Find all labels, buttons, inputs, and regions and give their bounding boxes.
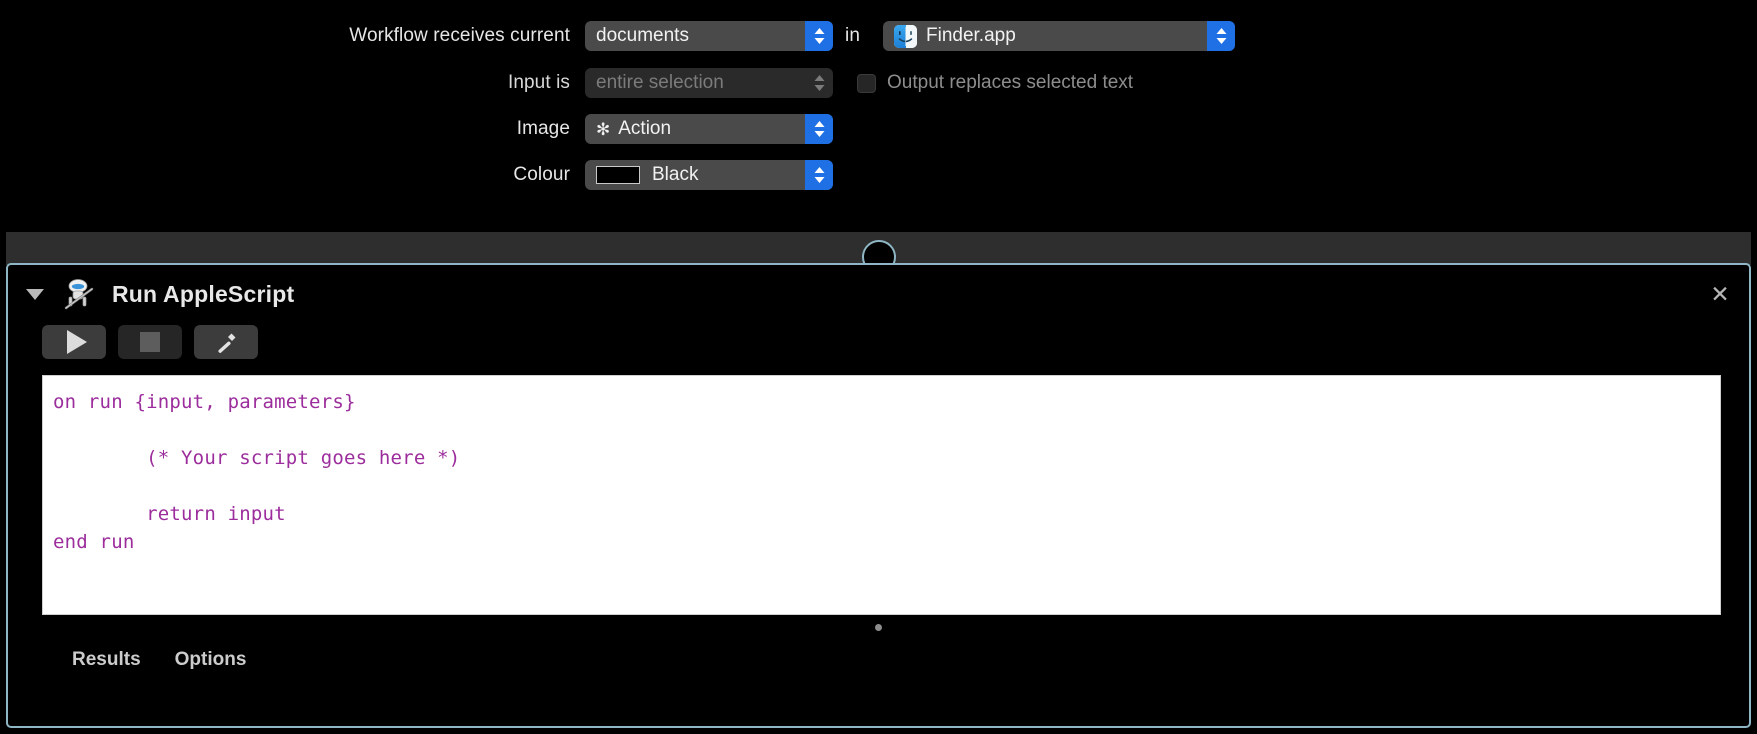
in-label: in <box>845 25 860 46</box>
target-application-value: Finder.app <box>926 25 1016 46</box>
row-colour: Colour <box>327 160 570 190</box>
image-select[interactable]: ✻ Action <box>585 114 833 144</box>
stepper-up-down-icon[interactable] <box>805 21 833 51</box>
action-header: Run AppleScript ✕ <box>8 265 1749 323</box>
resize-handle[interactable] <box>875 624 882 631</box>
triangle-down-icon[interactable] <box>26 288 44 300</box>
applescript-code-editor[interactable]: on run {input, parameters} (* Your scrip… <box>42 375 1721 615</box>
frame-edge-left <box>0 0 6 734</box>
frame-edge-right <box>1751 0 1757 734</box>
image-label: Image <box>516 118 570 139</box>
automator-robot-icon <box>62 277 96 311</box>
input-is-select[interactable]: entire selection <box>585 68 833 98</box>
automator-workflow-screen: Workflow receives current documents in F… <box>0 0 1757 734</box>
workflow-receives-select[interactable]: documents <box>585 21 833 51</box>
row-input-is: Input is <box>327 68 570 98</box>
tab-results[interactable]: Results <box>72 649 141 671</box>
output-replaces-text-checkbox[interactable]: Output replaces selected text <box>857 72 1133 94</box>
in-label-wrap: in <box>845 21 860 51</box>
action-title: Run AppleScript <box>112 280 295 307</box>
stepper-up-down-icon[interactable] <box>805 114 833 144</box>
hammer-icon <box>218 333 236 353</box>
checkbox-box-icon[interactable] <box>857 73 876 93</box>
finder-icon <box>894 24 917 48</box>
play-icon <box>66 330 87 354</box>
run-applescript-action-card[interactable]: Run AppleScript ✕ on run {input, paramet… <box>6 263 1751 728</box>
colour-swatch <box>596 166 640 184</box>
stepper-up-down-icon[interactable] <box>1207 21 1235 51</box>
workflow-settings-panel: Workflow receives current documents in F… <box>0 0 1757 232</box>
close-icon[interactable]: ✕ <box>1709 283 1731 306</box>
tab-options[interactable]: Options <box>175 649 247 671</box>
output-replaces-text-label: Output replaces selected text <box>887 72 1134 93</box>
action-tab-bar: Results Options <box>8 649 1749 671</box>
run-button[interactable] <box>42 325 106 359</box>
compile-button[interactable] <box>194 325 258 359</box>
workflow-receives-label: Workflow receives current <box>349 25 570 46</box>
action-toolbar <box>8 321 1749 363</box>
target-application-select[interactable]: Finder.app <box>883 21 1235 51</box>
row-image: Image <box>327 114 570 144</box>
stop-button[interactable] <box>118 325 182 359</box>
input-is-label: Input is <box>507 72 570 93</box>
stepper-up-down-icon[interactable] <box>805 68 833 98</box>
colour-label: Colour <box>513 164 570 185</box>
colour-value: Black <box>652 164 699 185</box>
input-is-value: entire selection <box>596 72 724 93</box>
colour-select[interactable]: Black <box>585 160 833 190</box>
image-value: Action <box>618 118 672 139</box>
stepper-up-down-icon[interactable] <box>805 160 833 190</box>
row-workflow-receives: Workflow receives current <box>327 21 570 51</box>
action-gear-icon: ✻ <box>596 119 611 139</box>
applescript-source[interactable]: on run {input, parameters} (* Your scrip… <box>53 388 1720 556</box>
workflow-connector <box>851 232 907 274</box>
workflow-receives-value: documents <box>596 25 689 46</box>
stop-icon <box>140 332 160 352</box>
